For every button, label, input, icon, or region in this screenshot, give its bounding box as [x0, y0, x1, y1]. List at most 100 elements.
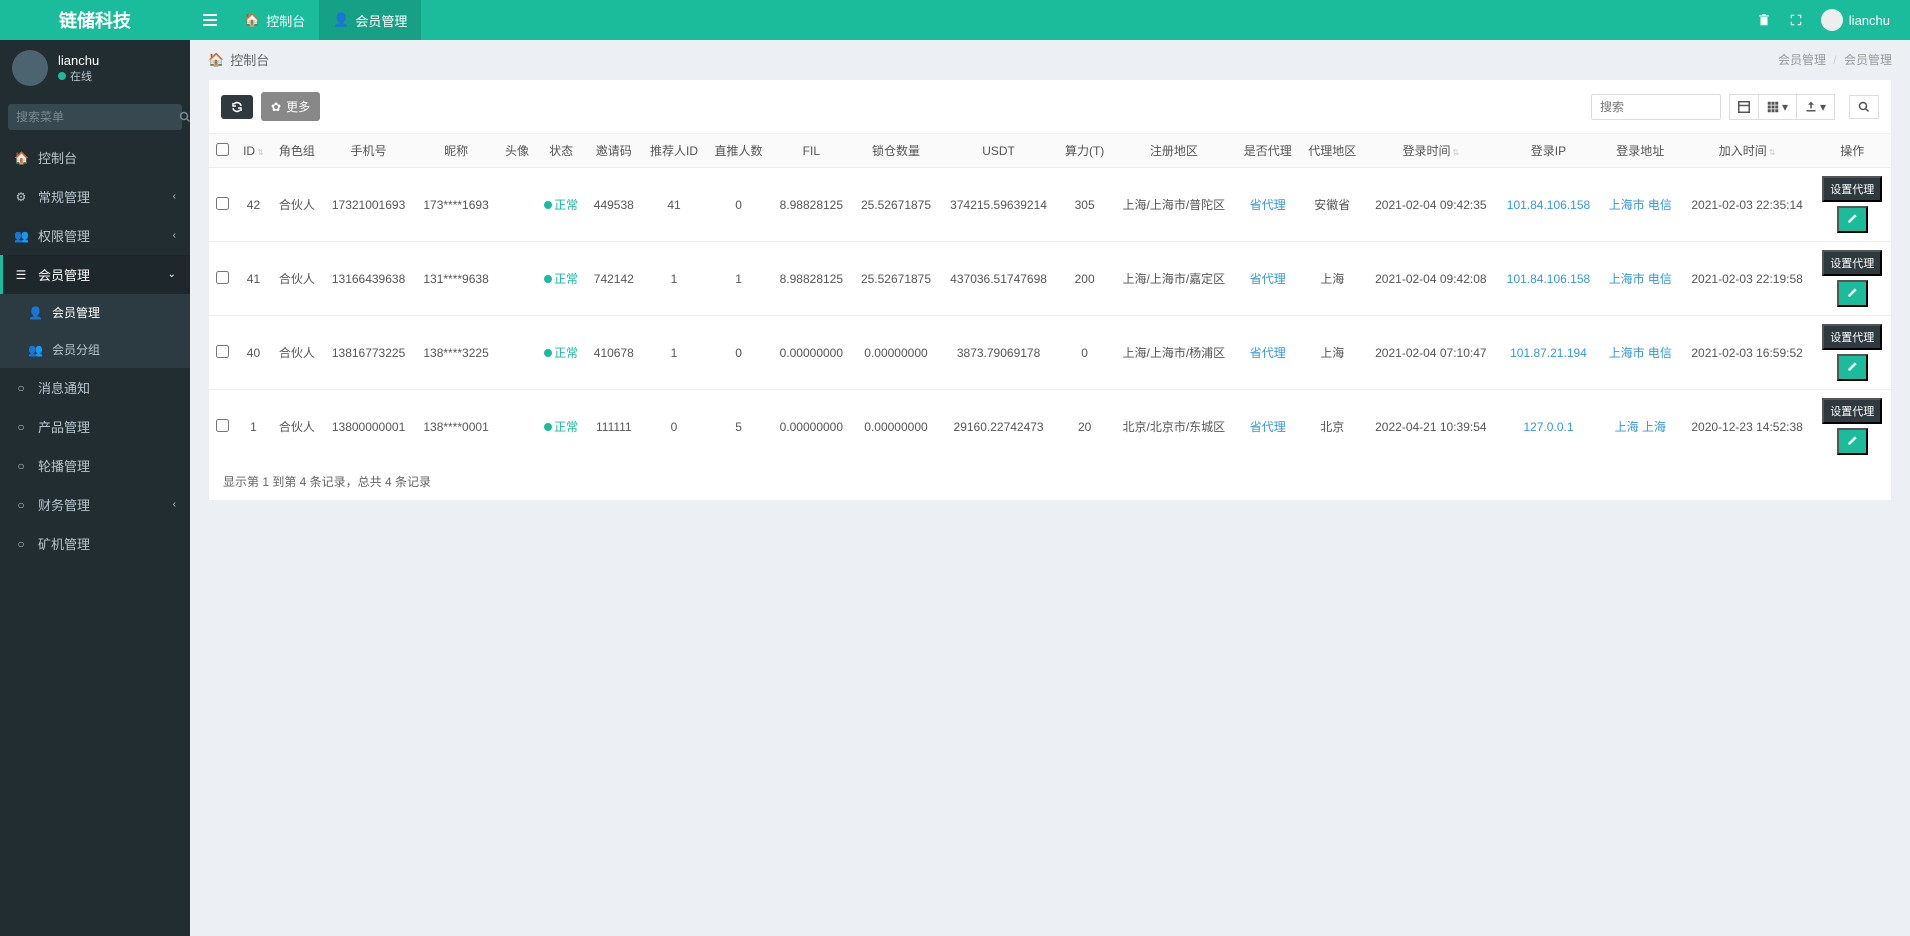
- avatar-icon: [1821, 9, 1843, 31]
- set-agent-button[interactable]: 设置代理: [1822, 250, 1882, 276]
- cell-ops: 设置代理: [1813, 390, 1891, 464]
- more-button[interactable]: ✿ 更多: [261, 92, 320, 121]
- search-toggle-button[interactable]: [1849, 95, 1879, 119]
- edit-button[interactable]: [1837, 428, 1868, 455]
- col-reg-region[interactable]: 注册地区: [1112, 134, 1235, 168]
- trash-button[interactable]: [1757, 13, 1771, 27]
- table-search-input[interactable]: [1591, 94, 1721, 120]
- row-checkbox[interactable]: [216, 419, 229, 432]
- gear-icon: ✿: [271, 100, 281, 114]
- sidebar-item-finance[interactable]: ○财务管理‹: [0, 485, 190, 524]
- cell-direct: 0: [706, 316, 771, 390]
- cell-join-time: 2021-02-03 22:35:14: [1681, 168, 1814, 242]
- dashboard-icon: 🏠: [208, 52, 224, 68]
- set-agent-button[interactable]: 设置代理: [1822, 324, 1882, 350]
- chevron-left-icon: ‹: [173, 191, 176, 202]
- sidebar-item-permission[interactable]: 👥权限管理‹: [0, 216, 190, 255]
- export-button[interactable]: ▾: [1797, 94, 1835, 120]
- col-phone[interactable]: 手机号: [323, 134, 415, 168]
- sidebar-search-button[interactable]: [179, 104, 190, 130]
- col-login-addr[interactable]: 登录地址: [1600, 134, 1681, 168]
- col-login-time[interactable]: 登录时间⇅: [1365, 134, 1498, 168]
- cell-direct: 0: [706, 168, 771, 242]
- select-all-checkbox[interactable]: [216, 143, 229, 156]
- cell-is-agent: 省代理: [1235, 168, 1300, 242]
- col-agent-region[interactable]: 代理地区: [1300, 134, 1365, 168]
- cell-direct: 1: [706, 242, 771, 316]
- col-is-agent[interactable]: 是否代理: [1235, 134, 1300, 168]
- cell-usdt: 3873.79069178: [940, 316, 1057, 390]
- col-nickname[interactable]: 昵称: [414, 134, 497, 168]
- col-status[interactable]: 状态: [536, 134, 585, 168]
- sidebar-item-carousel[interactable]: ○轮播管理: [0, 446, 190, 485]
- cell-role: 合伙人: [271, 390, 323, 464]
- row-checkbox[interactable]: [216, 345, 229, 358]
- fullscreen-button[interactable]: [1789, 13, 1803, 27]
- cell-locked: 25.52671875: [852, 168, 940, 242]
- cell-phone: 13816773225: [323, 316, 415, 390]
- toggle-view-button[interactable]: [1729, 94, 1759, 120]
- cell-locked: 0.00000000: [852, 390, 940, 464]
- col-locked[interactable]: 锁仓数量: [852, 134, 940, 168]
- cell-referrer: 1: [642, 316, 707, 390]
- col-join-time[interactable]: 加入时间⇅: [1681, 134, 1814, 168]
- edit-button[interactable]: [1837, 280, 1868, 307]
- col-avatar[interactable]: 头像: [498, 134, 537, 168]
- cell-avatar: [498, 168, 537, 242]
- breadcrumb-home[interactable]: 🏠 控制台: [208, 50, 269, 69]
- row-checkbox[interactable]: [216, 271, 229, 284]
- cell-reg-region: 上海/上海市/嘉定区: [1112, 242, 1235, 316]
- cell-locked: 25.52671875: [852, 242, 940, 316]
- col-referrer[interactable]: 推荐人ID: [642, 134, 707, 168]
- col-role[interactable]: 角色组: [271, 134, 323, 168]
- refresh-button[interactable]: [221, 95, 253, 119]
- col-ops[interactable]: 操作: [1813, 134, 1891, 168]
- cell-status: 正常: [536, 242, 585, 316]
- nav-dashboard[interactable]: 🏠 控制台: [230, 0, 319, 40]
- sidebar-item-message[interactable]: ○消息通知: [0, 368, 190, 407]
- sidebar-item-dashboard[interactable]: 🏠控制台: [0, 138, 190, 177]
- breadcrumb-level2[interactable]: 会员管理: [1844, 53, 1892, 67]
- cell-login-time: 2021-02-04 09:42:08: [1365, 242, 1498, 316]
- chevron-down-icon: ⌄: [168, 269, 176, 280]
- row-checkbox[interactable]: [216, 197, 229, 210]
- user-menu[interactable]: lianchu: [1821, 9, 1890, 31]
- col-id[interactable]: ID⇅: [236, 134, 271, 168]
- sidebar-item-member-group[interactable]: 👥会员分组: [0, 331, 190, 368]
- sidebar-item-member-manage[interactable]: 👤会员管理: [0, 294, 190, 331]
- sidebar-toggle[interactable]: [190, 0, 230, 40]
- breadcrumb-level1[interactable]: 会员管理: [1778, 53, 1826, 67]
- sidebar-item-general[interactable]: ⚙常规管理‹: [0, 177, 190, 216]
- col-invite[interactable]: 邀请码: [586, 134, 642, 168]
- sidebar-user-panel: lianchu 在线: [0, 40, 190, 96]
- table-row: 41 合伙人 13166439638 131****9638 正常 742142…: [209, 242, 1891, 316]
- col-login-ip[interactable]: 登录IP: [1497, 134, 1600, 168]
- cell-is-agent: 省代理: [1235, 390, 1300, 464]
- sidebar-search-input[interactable]: [8, 104, 179, 130]
- users-icon: 👥: [28, 343, 42, 357]
- columns-button[interactable]: ▾: [1759, 94, 1797, 120]
- avatar-icon: [12, 50, 48, 86]
- set-agent-button[interactable]: 设置代理: [1822, 398, 1882, 424]
- table-row: 42 合伙人 17321001693 173****1693 正常 449538…: [209, 168, 1891, 242]
- caret-down-icon: ▾: [1782, 100, 1788, 114]
- col-fil[interactable]: FIL: [771, 134, 852, 168]
- sidebar-item-miner[interactable]: ○矿机管理: [0, 524, 190, 563]
- col-checkbox: [209, 134, 236, 168]
- nav-member[interactable]: 👤 会员管理: [319, 0, 421, 40]
- nav-dashboard-label: 控制台: [266, 11, 305, 30]
- col-hashrate[interactable]: 算力(T): [1057, 134, 1112, 168]
- edit-button[interactable]: [1837, 206, 1868, 233]
- cell-referrer: 1: [642, 242, 707, 316]
- cell-login-time: 2021-02-04 09:42:35: [1365, 168, 1498, 242]
- cell-reg-region: 上海/上海市/普陀区: [1112, 168, 1235, 242]
- edit-button[interactable]: [1837, 354, 1868, 381]
- cell-status: 正常: [536, 316, 585, 390]
- set-agent-button[interactable]: 设置代理: [1822, 176, 1882, 202]
- col-direct[interactable]: 直推人数: [706, 134, 771, 168]
- sidebar-item-member[interactable]: ☰会员管理⌄: [0, 255, 190, 294]
- cell-invite: 742142: [586, 242, 642, 316]
- col-usdt[interactable]: USDT: [940, 134, 1057, 168]
- sidebar-item-product[interactable]: ○产品管理: [0, 407, 190, 446]
- cell-phone: 13800000001: [323, 390, 415, 464]
